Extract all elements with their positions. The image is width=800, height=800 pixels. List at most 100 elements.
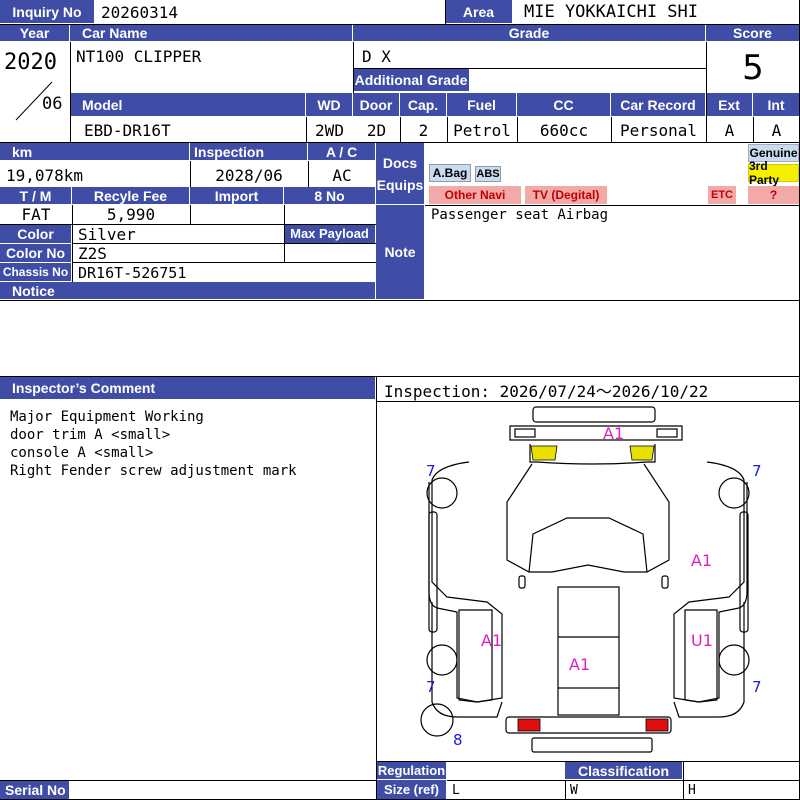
grade-label: Grade [353, 24, 706, 42]
headlight-right [629, 445, 655, 461]
right-rear-panel [684, 609, 718, 703]
rule [0, 376, 800, 377]
comment-line: console A <small> [10, 445, 154, 461]
tv-badge: TV (Degital) [525, 186, 607, 204]
km-value: 19,078km [6, 165, 84, 185]
rule [0, 224, 376, 225]
grade-value: D X [362, 46, 391, 66]
rule [72, 262, 376, 263]
spare-tire-tread: 8 [453, 731, 463, 749]
third-party-badge: 3rd Party [748, 159, 799, 187]
rule [0, 24, 800, 25]
cc-value: 660cc [539, 120, 589, 140]
color-value: Silver [78, 224, 136, 244]
left-mirror [518, 575, 526, 589]
size-w: W [570, 782, 578, 798]
notice-label: Notice [0, 282, 376, 300]
int-label: Int [753, 93, 800, 117]
rule [308, 161, 309, 187]
note-value: Passenger seat Airbag [431, 207, 609, 223]
additional-grade-label: Additional Grade [353, 69, 470, 92]
rule [353, 68, 706, 69]
import-label: Import [190, 187, 284, 205]
right-mirror [661, 575, 669, 589]
score-label: Score [706, 24, 800, 42]
taillight-right [645, 718, 669, 732]
mark-right-rear: U1 [691, 631, 713, 650]
cc-label: CC [517, 93, 611, 117]
ac-label: A / C [308, 143, 376, 161]
area-label: Area [445, 0, 513, 24]
rule [425, 205, 800, 206]
inquiry-no-value: 20260314 [101, 2, 179, 22]
rule [706, 42, 707, 142]
rule [683, 762, 684, 800]
rule [400, 117, 401, 142]
inspector-comment-label: Inspector’s Comment [0, 377, 376, 400]
rule [611, 117, 612, 142]
comment-line: Major Equipment Working [10, 409, 204, 425]
left-strip [428, 511, 438, 633]
color-no-label: Color No [0, 244, 72, 263]
ac-value: AC [332, 165, 352, 185]
cap-value: 2 [418, 120, 429, 140]
area-value: MIE YOKKAICHI SHI [524, 2, 698, 22]
wd-value: 2WD [315, 120, 344, 140]
mark-front: A1 [603, 424, 624, 443]
rule [0, 142, 800, 143]
fuel-label: Fuel [447, 93, 517, 117]
etc-badge: ETC [708, 186, 736, 204]
rule [306, 117, 307, 142]
km-label: km [0, 143, 190, 161]
recycle-fee-label: Recyle Fee [72, 187, 190, 205]
recycle-fee-value: 5,990 [106, 205, 156, 224]
car-name-value: NT100 CLIPPER [76, 46, 202, 66]
tire-fl-tread: 7 [426, 462, 436, 480]
front-right-lamp [656, 428, 678, 438]
inspection-label: Inspection [190, 143, 308, 161]
cap-label: Cap. [400, 93, 447, 117]
year-divider [15, 81, 53, 121]
car-record-label: Car Record [611, 93, 706, 117]
mark-right-side: A1 [691, 551, 712, 570]
rule [284, 205, 285, 263]
headlight-left [530, 445, 558, 461]
rule [190, 205, 191, 224]
left-rear-panel [458, 609, 493, 703]
model-value: EBD-DR16T [84, 120, 171, 140]
rule [517, 117, 518, 142]
inspection-period: Inspection: 2026/07/24〜2026/10/22 [384, 382, 709, 401]
vehicle-damage-diagram: A1 A1 A1 U1 A1 7 7 7 7 8 [420, 406, 762, 753]
other-navi-badge: Other Navi [429, 186, 521, 204]
left-side [428, 461, 503, 703]
rule [445, 0, 446, 24]
fuel-value: Petrol [453, 120, 511, 140]
mark-bed: A1 [569, 655, 590, 674]
chassis-no-value: DR16T-526751 [78, 263, 187, 282]
size-ref-label: Size (ref) [377, 780, 447, 800]
color-no-value: Z2S [78, 244, 107, 263]
rule [0, 780, 377, 781]
classification-label: Classification [565, 762, 683, 780]
equips-label: Equips [376, 176, 424, 193]
mark-left-rear: A1 [481, 631, 502, 650]
auction-sheet: Inquiry No 20260314 Area MIE YOKKAICHI S… [0, 0, 800, 800]
rule [447, 117, 448, 142]
tm-value: FAT [21, 205, 51, 224]
wd-label: WD [306, 93, 353, 117]
ext-label: Ext [706, 93, 753, 117]
comment-line: Right Fender screw adjustment mark [10, 463, 297, 479]
score-value: 5 [742, 48, 764, 88]
note-label: Note [376, 205, 425, 300]
rear-step [531, 737, 653, 753]
front-bumper [532, 406, 656, 423]
inquiry-no-label: Inquiry No [0, 0, 95, 24]
inspection-value: 2028/06 [215, 165, 283, 185]
tire-rl-tread: 7 [426, 678, 436, 696]
year-label: Year [0, 24, 70, 42]
regulation-label: Regulation [377, 762, 447, 780]
tm-label: T / M [0, 187, 72, 205]
int-value: A [771, 120, 782, 140]
cargo-bed [557, 586, 620, 716]
abs-badge: ABS [475, 166, 501, 182]
